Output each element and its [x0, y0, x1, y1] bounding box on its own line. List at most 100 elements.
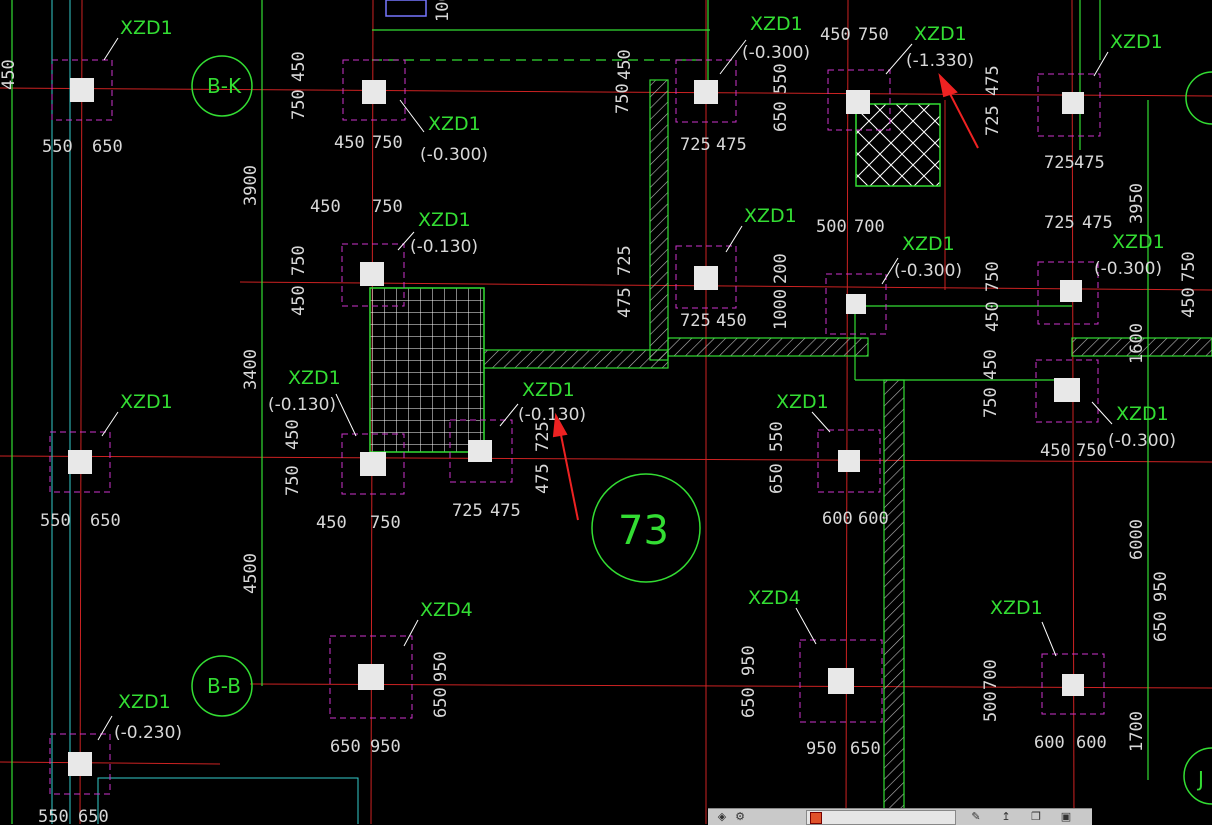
svg-text:3400: 3400: [241, 349, 261, 390]
svg-text:475: 475: [490, 501, 521, 521]
svg-text:475: 475: [1082, 213, 1113, 233]
svg-text:550: 550: [40, 511, 71, 531]
svg-text:950: 950: [806, 739, 837, 759]
svg-text:750: 750: [613, 83, 633, 114]
svg-text:650: 650: [739, 687, 759, 718]
column-c13: [817, 429, 881, 493]
svg-text:XZD1: XZD1: [522, 379, 575, 401]
svg-text:450: 450: [316, 513, 347, 533]
svg-text:750: 750: [1179, 251, 1199, 282]
svg-text:6000: 6000: [1127, 519, 1147, 560]
svg-text:750: 750: [289, 245, 309, 276]
svg-text:450: 450: [283, 419, 303, 450]
svg-text:650: 650: [78, 807, 109, 824]
svg-text:750: 750: [983, 261, 1003, 292]
axis-label-j: J: [1196, 767, 1204, 791]
svg-text:XZD1: XZD1: [914, 23, 967, 45]
svg-text:750: 750: [981, 387, 1001, 418]
svg-text:450: 450: [981, 349, 1001, 380]
svg-text:XZD1: XZD1: [744, 205, 797, 227]
svg-text:XZD1: XZD1: [118, 691, 171, 713]
grid-hatch-area: [369, 287, 485, 453]
svg-text:550: 550: [767, 421, 787, 452]
axis-bubble-bb: B-B: [191, 655, 253, 717]
svg-text:750: 750: [370, 513, 401, 533]
layer-dropdown[interactable]: [806, 810, 956, 825]
svg-text:650: 650: [1151, 611, 1171, 642]
column-c17: [1041, 653, 1105, 715]
svg-text:600: 600: [858, 509, 889, 529]
cad-statusbar: ◈ ⚙ ✎ ↥ ❐ ▣: [708, 808, 1092, 825]
svg-text:500: 500: [816, 217, 847, 237]
svg-text:XZD1: XZD1: [120, 17, 173, 39]
layers-icon[interactable]: ◈: [714, 811, 730, 823]
svg-text:XZD1: XZD1: [288, 367, 341, 389]
svg-text:450: 450: [1040, 441, 1071, 461]
svg-text:XZD1: XZD1: [418, 209, 471, 231]
svg-text:950: 950: [370, 737, 401, 757]
svg-text:XZD1: XZD1: [120, 391, 173, 413]
svg-text:700: 700: [981, 659, 1001, 690]
svg-text:725: 725: [1044, 213, 1075, 233]
svg-text:450: 450: [289, 285, 309, 316]
svg-text:1600: 1600: [1127, 323, 1147, 364]
axis-bubble-bk: B-K: [191, 55, 253, 117]
svg-text:450: 450: [1179, 287, 1199, 318]
svg-text:750: 750: [289, 89, 309, 120]
svg-text:650: 650: [330, 737, 361, 757]
arrow-icon[interactable]: ↥: [998, 811, 1014, 823]
svg-text:(-1.330): (-1.330): [906, 51, 974, 71]
svg-text:500: 500: [981, 691, 1001, 722]
svg-text:950: 950: [1151, 571, 1171, 602]
svg-text:600: 600: [822, 509, 853, 529]
column-c5: [1037, 73, 1101, 137]
svg-text:725: 725: [452, 501, 483, 521]
svg-text:750: 750: [372, 133, 403, 153]
copy-icon[interactable]: ❐: [1028, 811, 1044, 823]
column-annotations: XZD1 550 650 450 XZD1 (-0.300) 450 750 4…: [0, 13, 1176, 824]
svg-text:XZD4: XZD4: [748, 587, 801, 609]
svg-text:3900: 3900: [241, 165, 261, 206]
svg-text:450: 450: [820, 25, 851, 45]
svg-text:725: 725: [615, 245, 635, 276]
svg-text:XZD1: XZD1: [776, 391, 829, 413]
svg-text:550: 550: [771, 63, 791, 94]
svg-text:4500: 4500: [241, 553, 261, 594]
svg-text:550: 550: [38, 807, 69, 824]
svg-text:650: 650: [771, 101, 791, 132]
svg-text:B-K: B-K: [207, 74, 242, 98]
axis-bubble-right-top: [1185, 71, 1212, 125]
save-icon[interactable]: ▣: [1058, 811, 1074, 823]
svg-text:725: 725: [680, 311, 711, 331]
cad-drawing-canvas[interactable]: 100 B-K B-B J 73 3900 3400 4500 3950 160…: [0, 0, 1212, 824]
svg-text:(-0.300): (-0.300): [894, 261, 962, 281]
svg-text:750: 750: [858, 25, 889, 45]
brush-icon[interactable]: ✎: [968, 811, 984, 823]
svg-text:XZD1: XZD1: [428, 113, 481, 135]
settings-icon[interactable]: ⚙: [732, 811, 748, 823]
svg-text:200: 200: [771, 253, 791, 284]
svg-text:B-B: B-B: [207, 674, 241, 698]
svg-text:475: 475: [615, 287, 635, 318]
column-c16: [799, 639, 883, 723]
green-walls: [11, 0, 1212, 824]
svg-text:450: 450: [0, 59, 19, 90]
column-c14: [1035, 359, 1099, 423]
svg-text:600: 600: [1076, 733, 1107, 753]
svg-text:950: 950: [739, 645, 759, 676]
svg-text:73: 73: [618, 508, 669, 554]
svg-text:750: 750: [372, 197, 403, 217]
svg-text:(-0.300): (-0.300): [420, 145, 488, 165]
svg-text:XZD1: XZD1: [750, 13, 803, 35]
svg-text:550: 550: [42, 137, 73, 157]
svg-text:725: 725: [983, 105, 1003, 136]
svg-text:450: 450: [310, 197, 341, 217]
svg-text:950: 950: [431, 651, 451, 682]
svg-text:(-0.230): (-0.230): [114, 723, 182, 743]
svg-text:XZD1: XZD1: [902, 233, 955, 255]
svg-text:(-0.130): (-0.130): [410, 237, 478, 257]
svg-text:450: 450: [334, 133, 365, 153]
top-label: 100: [433, 0, 453, 22]
svg-text:600: 600: [1034, 733, 1065, 753]
svg-text:725: 725: [1044, 153, 1075, 173]
